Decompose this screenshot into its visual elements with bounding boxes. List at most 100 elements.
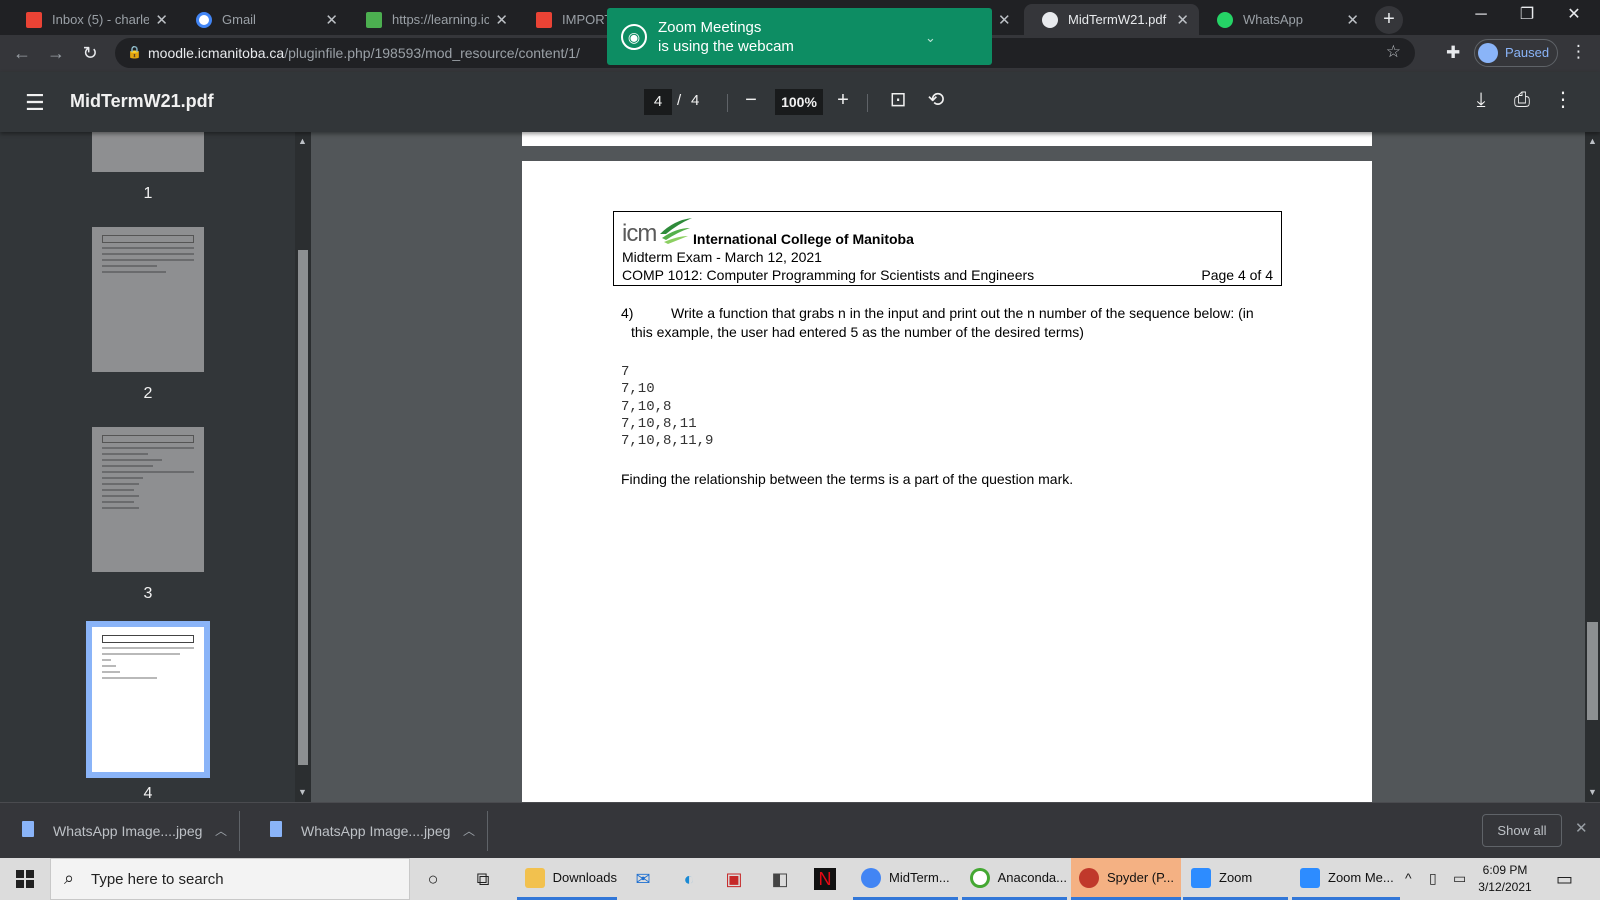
- taskbar-search-box[interactable]: ⌕ Type here to search: [50, 858, 410, 900]
- zoom-in-icon[interactable]: +: [831, 88, 855, 112]
- netflix-icon[interactable]: N: [814, 868, 836, 890]
- sequence-line: 7,10,8,11,9: [621, 433, 714, 450]
- bookmark-star-icon[interactable]: ☆: [1386, 42, 1401, 62]
- edge-icon[interactable]: ◐: [678, 868, 700, 890]
- taskbar-app-anaconda[interactable]: Anaconda...: [962, 858, 1067, 900]
- task-view-icon[interactable]: ⧉: [472, 868, 494, 890]
- mail-icon[interactable]: ✉: [632, 868, 654, 890]
- more-options-icon[interactable]: ⋮: [1551, 88, 1575, 112]
- show-all-button[interactable]: Show all: [1482, 814, 1562, 847]
- document-scrollbar[interactable]: ▲ ▼: [1585, 132, 1600, 802]
- fit-page-icon[interactable]: ⊡: [886, 88, 910, 112]
- webcam-icon: ◉: [621, 24, 647, 50]
- taskbar-app-label: MidTerm...: [889, 870, 950, 885]
- taskbar-app-zoom[interactable]: Zoom: [1183, 858, 1288, 900]
- rotate-icon[interactable]: ⟲: [924, 88, 948, 112]
- close-icon[interactable]: ✕: [1575, 819, 1588, 837]
- scroll-down-arrow-icon[interactable]: ▼: [1588, 787, 1597, 797]
- question-note: Finding the relationship between the ter…: [621, 471, 1074, 487]
- taskbar-app-spyder[interactable]: Spyder (P...: [1071, 858, 1181, 900]
- page-thumbnail-4-selected[interactable]: [92, 627, 204, 772]
- page-thumbnail-2[interactable]: [92, 227, 204, 372]
- whatsapp-icon: [1217, 11, 1233, 28]
- sequence-line: 7,10,8: [621, 398, 672, 415]
- taskbar-app-zoom-meeting[interactable]: Zoom Me...: [1292, 858, 1400, 900]
- sidebar-scrollbar[interactable]: ▲ ▼: [295, 132, 311, 802]
- new-tab-button[interactable]: +: [1375, 6, 1403, 34]
- close-icon[interactable]: ✕: [325, 11, 338, 29]
- search-placeholder: Type here to search: [91, 871, 224, 888]
- download-icon[interactable]: ⤓: [1469, 88, 1493, 112]
- close-icon[interactable]: ✕: [1176, 11, 1189, 29]
- icm-logo: icm: [622, 214, 692, 248]
- tab-learning[interactable]: https://learning.icr ✕: [348, 4, 518, 35]
- restore-button[interactable]: ❐: [1504, 0, 1550, 32]
- close-window-button[interactable]: ✕: [1551, 0, 1597, 32]
- minimize-button[interactable]: ─: [1458, 0, 1504, 32]
- taskbar-app-chrome[interactable]: MidTerm...: [853, 858, 958, 900]
- download-item[interactable]: WhatsApp Image....jpeg ︿: [248, 811, 488, 851]
- page-thumbnail-3[interactable]: [92, 427, 204, 572]
- tab-inbox[interactable]: Inbox (5) - charles ✕: [8, 4, 178, 35]
- zoom-webcam-notification[interactable]: ◉ Zoom Meetings is using the webcam ⌄: [607, 8, 992, 65]
- store-icon[interactable]: ◧: [769, 868, 791, 890]
- sequence-line: 7,10: [621, 381, 655, 398]
- scrollbar-thumb[interactable]: [298, 250, 308, 765]
- pdf-document-area[interactable]: icm International College of Manitoba Mi…: [311, 132, 1600, 802]
- scroll-up-arrow-icon[interactable]: ▲: [298, 136, 307, 146]
- notification-center-icon[interactable]: ▭: [1556, 869, 1573, 890]
- scroll-down-arrow-icon[interactable]: ▼: [298, 787, 307, 797]
- sequence-line: 7,10,8,11: [621, 415, 697, 432]
- scroll-up-arrow-icon[interactable]: ▲: [1588, 136, 1597, 146]
- back-arrow-icon[interactable]: ←: [10, 42, 34, 66]
- chevron-up-icon[interactable]: ︿: [463, 822, 475, 839]
- url-text: moodle.icmanitoba.ca/pluginfile.php/1985…: [148, 45, 580, 61]
- tab-title: Inbox (5) - charles: [52, 12, 150, 27]
- cortana-icon[interactable]: ○: [422, 868, 444, 890]
- lock-icon: 🔒: [127, 45, 142, 59]
- forward-arrow-icon[interactable]: →: [44, 42, 68, 66]
- chevron-up-icon[interactable]: ︿: [215, 822, 227, 839]
- download-item[interactable]: WhatsApp Image....jpeg ︿: [0, 811, 240, 851]
- image-file-icon: [22, 821, 34, 837]
- reload-icon[interactable]: ↻: [78, 42, 102, 66]
- page-number-input[interactable]: 4: [644, 89, 672, 115]
- close-icon[interactable]: ✕: [1346, 11, 1359, 29]
- close-icon[interactable]: ✕: [495, 11, 508, 29]
- folder-icon: [525, 867, 545, 888]
- tab-hidden[interactable]: ✕: [992, 4, 1016, 35]
- taskbar-app-downloads[interactable]: Downloads: [517, 858, 617, 900]
- profile-button[interactable]: Paused: [1474, 39, 1558, 67]
- browser-menu-icon[interactable]: ⋮: [1570, 42, 1587, 62]
- taskbar-app-label: Anaconda...: [997, 870, 1067, 885]
- tab-midterm-pdf[interactable]: MidTermW21.pdf ✕: [1024, 4, 1199, 35]
- gift-icon[interactable]: ▣: [723, 868, 745, 890]
- device-icon[interactable]: ▯: [1429, 870, 1437, 887]
- windows-start-icon[interactable]: [16, 870, 34, 888]
- thumbnail-label: 2: [143, 385, 153, 402]
- close-icon[interactable]: ✕: [998, 11, 1011, 29]
- leaf-logo-icon: [660, 218, 692, 244]
- zoom-out-icon[interactable]: −: [739, 88, 763, 112]
- page-thumbnail-1[interactable]: [92, 132, 204, 172]
- notification-title: Zoom Meetings: [658, 19, 762, 36]
- battery-icon[interactable]: ▭: [1453, 870, 1466, 887]
- tab-important[interactable]: IMPORTA: [518, 4, 618, 35]
- close-icon[interactable]: ✕: [155, 11, 168, 29]
- tab-gmail[interactable]: Gmail ✕: [178, 4, 348, 35]
- question-text: Write a function that grabs n in the inp…: [671, 305, 1254, 321]
- scrollbar-thumb[interactable]: [1587, 622, 1598, 720]
- page-indicator: Page 4 of 4: [1201, 267, 1273, 283]
- download-filename: WhatsApp Image....jpeg: [301, 823, 451, 839]
- hamburger-menu-icon[interactable]: ☰: [25, 90, 45, 116]
- extensions-puzzle-icon[interactable]: ✚: [1446, 43, 1460, 63]
- chevron-down-icon[interactable]: ⌄: [925, 30, 936, 46]
- chevron-up-icon[interactable]: ^: [1405, 870, 1412, 886]
- document-title: MidTermW21.pdf: [70, 91, 214, 111]
- zoom-level-input[interactable]: 100%: [775, 89, 823, 115]
- tab-whatsapp[interactable]: WhatsApp ✕: [1199, 4, 1369, 35]
- print-icon[interactable]: ⎙: [1510, 88, 1534, 112]
- page-total: 4: [691, 92, 700, 109]
- system-clock[interactable]: 6:09 PM 3/12/2021: [1470, 862, 1540, 896]
- spyder-icon: [1079, 867, 1099, 888]
